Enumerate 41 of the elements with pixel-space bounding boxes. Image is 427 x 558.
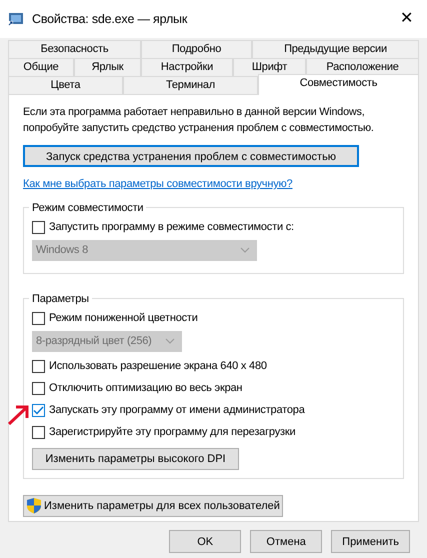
- dropdown-value: 8-разрядный цвет (256): [36, 334, 152, 349]
- group-title: Параметры: [31, 292, 90, 306]
- checkbox[interactable]: [32, 312, 45, 325]
- tab[interactable]: Общие: [8, 58, 74, 76]
- dialog-button[interactable]: Отмена: [250, 530, 322, 553]
- tab[interactable]: Шрифт: [233, 58, 306, 76]
- arrow-annotation: [6, 403, 30, 427]
- checkbox[interactable]: [32, 404, 45, 417]
- tab[interactable]: Ярлык: [74, 58, 141, 76]
- shortcut-icon: [8, 12, 24, 26]
- troubleshoot-button[interactable]: Запуск средства устранения проблем с совместимостью: [23, 145, 359, 167]
- checkbox-label: Использовать разрешение экрана 640 x 480: [49, 359, 267, 374]
- dialog-button[interactable]: OK: [169, 530, 242, 553]
- tab[interactable]: Предыдущие версии: [252, 40, 419, 58]
- chevron-icon: [165, 338, 175, 344]
- chevron-icon: [240, 247, 250, 253]
- checkbox-label: Режим пониженной цветности: [49, 311, 198, 326]
- checkbox-label: Зарегистрируйте эту программу для перезагрузки: [49, 425, 296, 440]
- intro-text: Если эта программа работает неправильно в данной версии Windows, попробуйте запустить средство устранения проблем с совместимостью.: [23, 105, 375, 136]
- close-button[interactable]: ✕: [394, 7, 419, 31]
- checkbox-label: Запустить программу в режиме совместимости с:: [49, 220, 294, 236]
- checkbox[interactable]: [32, 221, 45, 234]
- checkbox[interactable]: [32, 360, 45, 373]
- tab[interactable]: Терминал: [123, 76, 258, 94]
- tab[interactable]: Настройки: [141, 58, 233, 76]
- group-title: Режим совместимости: [31, 200, 144, 214]
- shield-icon: [26, 497, 42, 514]
- help-link[interactable]: Как мне выбрать параметры совместимости вручную?: [23, 176, 292, 192]
- dropdown-value: Windows 8: [36, 242, 88, 258]
- tab[interactable]: Цвета: [8, 76, 123, 94]
- dpi-button[interactable]: Изменить параметры высокого DPI: [32, 448, 239, 470]
- checkbox-label: Отключить оптимизацию во весь экран: [49, 381, 242, 396]
- dialog-button[interactable]: Применить: [331, 530, 410, 553]
- checkbox-label: Запускать эту программу от имени администратора: [49, 403, 305, 418]
- tab[interactable]: Совместимость: [258, 74, 419, 95]
- checkbox[interactable]: [32, 382, 45, 395]
- tab[interactable]: Безопасность: [8, 40, 141, 58]
- window-title: Свойства: sde.exe — ярлык: [32, 10, 188, 28]
- tab[interactable]: Подробно: [141, 40, 252, 58]
- all-users-button[interactable]: Изменить параметры для всех пользователей: [23, 494, 283, 516]
- checkbox[interactable]: [32, 426, 45, 439]
